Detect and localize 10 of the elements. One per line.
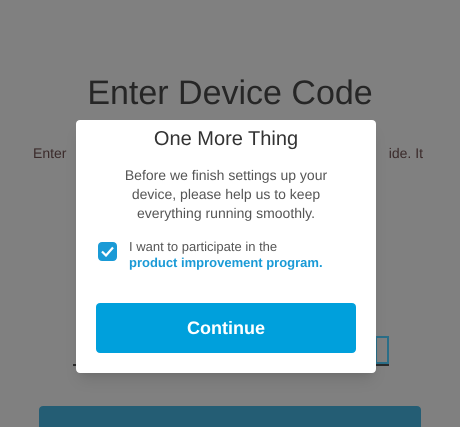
checkbox[interactable] [98, 242, 117, 261]
instruction-text: ide. It [388, 144, 424, 163]
instruction-text: Enter [33, 144, 66, 163]
consent-label: I want to participate in the [129, 239, 278, 255]
continue-button[interactable]: Continue [96, 303, 356, 353]
program-link[interactable]: product improvement program. [129, 255, 323, 271]
dialog-message: Before we finish settings up your device, please help us to keep everything running smoothly. [124, 166, 328, 223]
dialog-title: One More Thing [154, 127, 298, 152]
checkmark-icon [101, 246, 114, 257]
page-title: Enter Device Code [87, 73, 373, 114]
